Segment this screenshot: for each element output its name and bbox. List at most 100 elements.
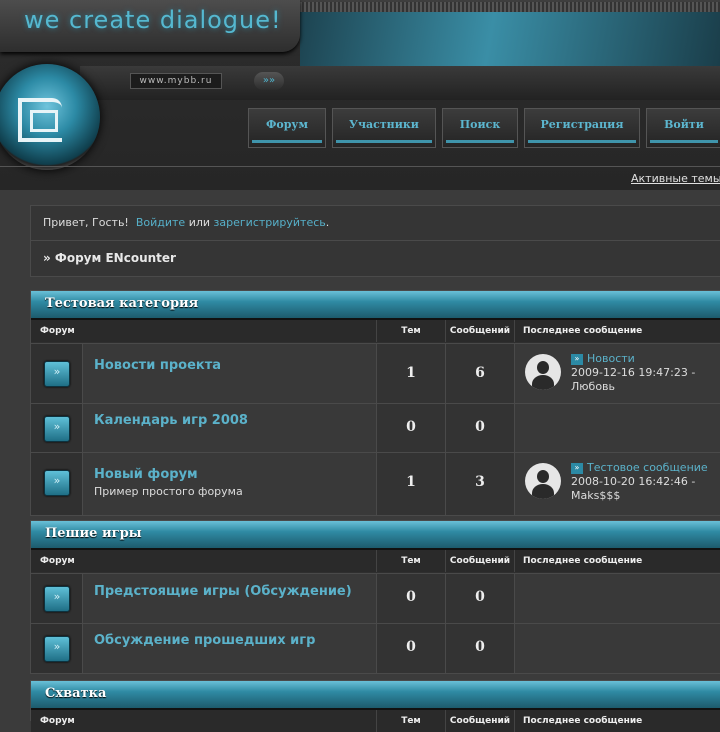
- topics-cell: 1: [377, 344, 446, 404]
- user-avatar-icon: [525, 354, 561, 390]
- forum-info-cell: Обсуждение прошедших игр: [83, 624, 377, 673]
- active-topics-link[interactable]: Активные темы: [631, 172, 720, 185]
- category-title[interactable]: Тестовая категория: [45, 296, 198, 311]
- forum-name-link[interactable]: Обсуждение прошедших игр: [94, 633, 315, 648]
- posts-count: 0: [475, 639, 485, 655]
- topics-count: 0: [406, 589, 416, 605]
- login-link[interactable]: Войдите: [136, 216, 185, 229]
- last-post-cell: [515, 404, 720, 453]
- forum-icon-cell: [31, 453, 83, 515]
- posts-cell: 0: [446, 404, 515, 453]
- table-row: Календарь игр 2008 0 0: [31, 403, 720, 453]
- category-header: Схватка: [31, 681, 720, 710]
- forum-name-link[interactable]: Новый форум: [94, 467, 198, 482]
- last-post-meta: 2009-12-16 19:47:23 - Любовь: [571, 366, 695, 394]
- posts-count: 0: [475, 419, 485, 435]
- last-post-date: 2008-10-20 16:42:46 -: [571, 475, 696, 488]
- welcome-line: Привет, Гость! Войдите или зарегистрируй…: [43, 216, 329, 229]
- register-link[interactable]: зарегистрируйтесь: [214, 216, 326, 229]
- user-avatar-icon: [525, 463, 561, 499]
- forum-status-icon: [44, 586, 70, 612]
- menu-forum-button[interactable]: Форум: [248, 108, 326, 148]
- col-topics: Тем: [377, 550, 446, 572]
- menu-register-button[interactable]: Регистрация: [524, 108, 640, 148]
- col-last-post: Последнее сообщение: [515, 550, 720, 572]
- forum-name-link[interactable]: Календарь игр 2008: [94, 413, 248, 428]
- last-post-cell: [515, 624, 720, 673]
- last-post-author[interactable]: Любовь: [571, 380, 615, 393]
- last-post-cell: » Тестовое сообщение 2008-10-20 16:42:46 …: [515, 453, 720, 515]
- table-row: Предстоящие игры (Обсуждение) 0 0: [31, 573, 720, 624]
- col-posts: Сообщений: [446, 710, 515, 732]
- posts-cell: 3: [446, 453, 515, 515]
- topics-cell: 0: [377, 624, 446, 673]
- last-post-link[interactable]: » Новости: [571, 352, 635, 365]
- forum-icon-cell: [31, 404, 83, 453]
- category-block: Схватка Форум Тем Сообщений Последнее со…: [30, 680, 720, 732]
- site-url-label: www.mybb.ru: [130, 73, 222, 89]
- last-post-cell: » Новости 2009-12-16 19:47:23 - Любовь: [515, 344, 720, 404]
- or-text: или: [188, 216, 211, 229]
- menu-members-button[interactable]: Участники: [332, 108, 436, 148]
- forum-name-link[interactable]: Новости проекта: [94, 358, 221, 373]
- forum-name-link[interactable]: Предстоящие игры (Обсуждение): [94, 584, 352, 599]
- menu-search-button[interactable]: Поиск: [442, 108, 518, 148]
- topics-count: 1: [406, 474, 416, 490]
- posts-cell: 0: [446, 574, 515, 624]
- forum-info-cell: Новости проекта: [83, 344, 377, 404]
- col-topics: Тем: [377, 320, 446, 342]
- greeting-text: Привет, Гость!: [43, 216, 129, 229]
- table-row: Новости проекта 1 6 »Новости 2009-12-16 …: [31, 343, 720, 404]
- go-to-post-icon: »: [571, 354, 583, 365]
- last-post-author[interactable]: Maks$$$: [571, 489, 620, 502]
- topics-cell: 0: [377, 404, 446, 453]
- topics-count: 0: [406, 639, 416, 655]
- last-post-link[interactable]: » Тестовое сообщение: [571, 461, 708, 474]
- logo-plate: we create dialogue!: [0, 0, 300, 52]
- last-post-meta: 2008-10-20 16:42:46 - Maks$$$: [571, 475, 695, 503]
- forum-icon-cell: [31, 344, 83, 404]
- posts-count: 0: [475, 589, 485, 605]
- category-title[interactable]: Схватка: [45, 686, 106, 701]
- col-forum: Форум: [31, 550, 377, 572]
- last-post-date: 2009-12-16 19:47:23 -: [571, 366, 696, 379]
- header-dot-strip: [300, 2, 720, 12]
- last-post-cell: [515, 574, 720, 624]
- col-last-post: Последнее сообщение: [515, 320, 720, 342]
- posts-count: 6: [475, 365, 485, 381]
- forum-status-icon: [44, 416, 70, 442]
- topics-cell: 1: [377, 453, 446, 515]
- posts-count: 3: [475, 474, 485, 490]
- topics-count: 1: [406, 365, 416, 381]
- forum-description: Пример простого форума: [94, 485, 243, 498]
- table-row: Новый форум Пример простого форума 1 3 »…: [31, 452, 720, 515]
- col-posts: Сообщений: [446, 550, 515, 572]
- logo-orb-icon: [0, 64, 100, 170]
- topics-count: 0: [406, 419, 416, 435]
- table-row: Обсуждение прошедших игр 0 0: [31, 623, 720, 673]
- site-logo-text[interactable]: we create dialogue!: [24, 6, 282, 34]
- category-header: Тестовая категория: [31, 291, 720, 320]
- forum-info-cell: Предстоящие игры (Обсуждение): [83, 574, 377, 624]
- category-header: Пешие игры: [31, 521, 720, 550]
- menu-login-button[interactable]: Войти: [646, 108, 720, 148]
- forum-status-icon: [44, 636, 70, 662]
- breadcrumb[interactable]: » Форум ENcounter: [43, 251, 176, 265]
- category-block: Пешие игры Форум Тем Сообщений Последнее…: [30, 520, 720, 674]
- divider: [31, 240, 720, 241]
- col-forum: Форум: [31, 710, 377, 732]
- col-topics: Тем: [377, 710, 446, 732]
- forum-info-cell: Новый форум Пример простого форума: [83, 453, 377, 515]
- forum-status-icon: [44, 470, 70, 496]
- category-block: Тестовая категория Форум Тем Сообщений П…: [30, 290, 720, 516]
- posts-cell: 6: [446, 344, 515, 404]
- double-chevron-right-icon[interactable]: »»: [254, 72, 284, 90]
- forum-info-cell: Календарь игр 2008: [83, 404, 377, 453]
- category-title[interactable]: Пешие игры: [45, 526, 142, 541]
- logo-glyph-inner: [30, 110, 58, 132]
- forum-status-icon: [44, 361, 70, 387]
- topics-cell: 0: [377, 574, 446, 624]
- site-header: we create dialogue! www.mybb.ru »» Форум…: [0, 0, 720, 190]
- period-text: .: [325, 216, 330, 229]
- posts-cell: 0: [446, 624, 515, 673]
